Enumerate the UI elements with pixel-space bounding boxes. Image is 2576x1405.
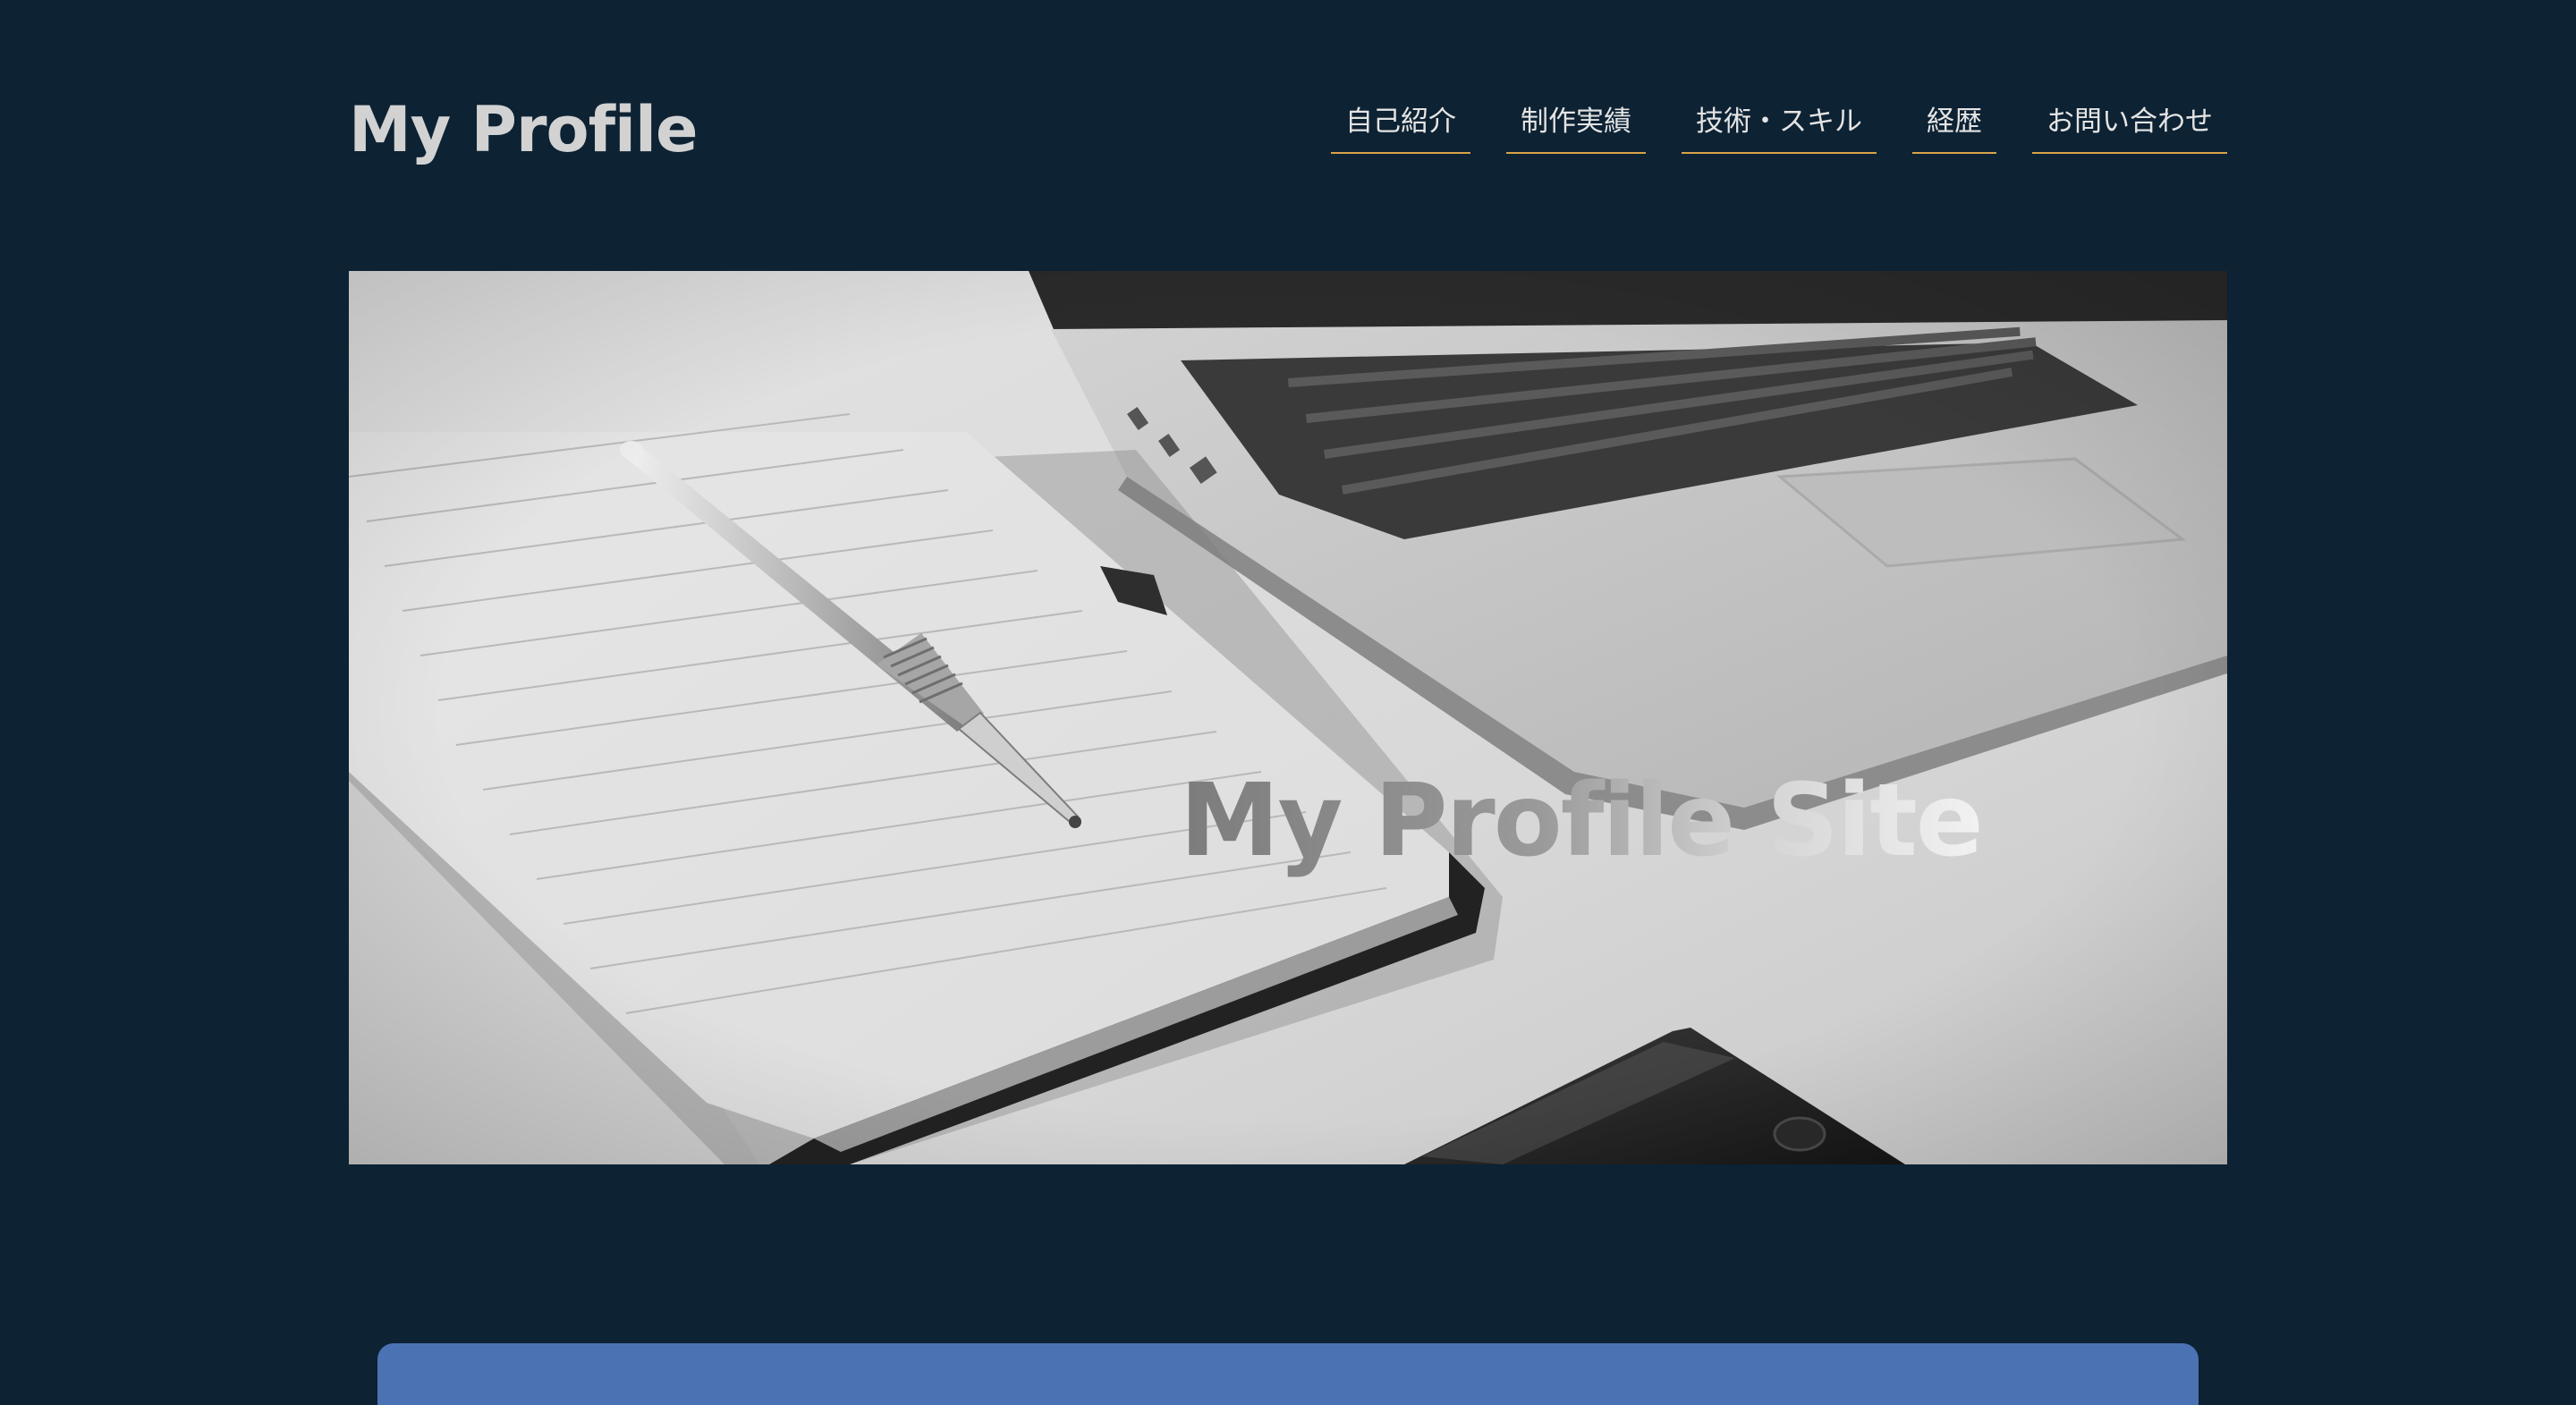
- nav-item-career[interactable]: 経歴: [1912, 104, 1996, 154]
- hero-banner: My Profile Site: [349, 271, 2227, 1164]
- nav-item-skills[interactable]: 技術・スキル: [1682, 104, 1877, 154]
- nav-item-works[interactable]: 制作実績: [1506, 104, 1646, 154]
- site-title[interactable]: My Profile: [349, 89, 698, 170]
- hero-title: My Profile Site: [1180, 758, 1984, 884]
- nav-item-about[interactable]: 自己紹介: [1331, 104, 1470, 154]
- main-nav: 自己紹介 制作実績 技術・スキル 経歴 お問い合わせ: [1331, 104, 2227, 154]
- site-header: My Profile 自己紹介 制作実績 技術・スキル 経歴 お問い合わせ: [349, 89, 2227, 170]
- hero-photo: [349, 271, 2227, 1164]
- nav-item-contact[interactable]: お問い合わせ: [2032, 104, 2227, 154]
- content-card: [377, 1343, 2199, 1405]
